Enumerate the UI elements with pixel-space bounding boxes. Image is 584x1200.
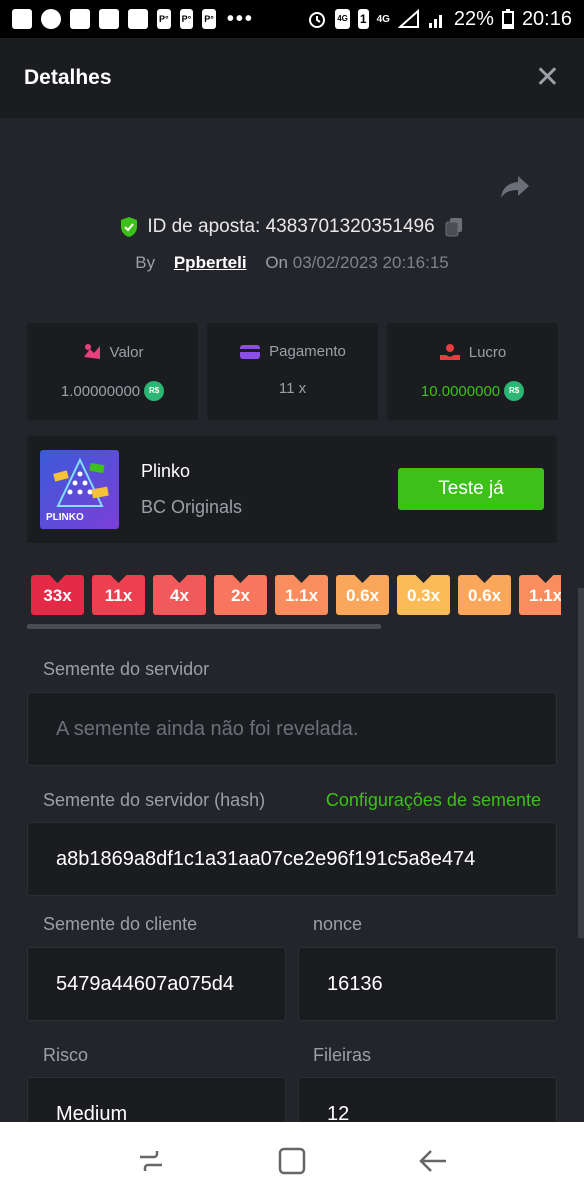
sim-icon: 1 — [357, 9, 369, 29]
currency-icon: R$ — [144, 381, 165, 401]
wallet-icon — [240, 344, 261, 359]
battery-percent: 22% — [453, 7, 494, 30]
back-button[interactable] — [413, 1141, 453, 1181]
stat-payout: Pagamento 11 x — [207, 323, 378, 420]
try-game-button[interactable]: Teste já — [398, 468, 544, 510]
multiplier-bucket: 2x — [214, 575, 267, 615]
back-arrow-icon — [419, 1150, 447, 1172]
modal-header: Detalhes ✕ — [0, 38, 584, 118]
multiplier-bucket: 11x — [92, 575, 145, 615]
server-hash-field[interactable]: a8b1869a8df1c1a31aa07ce2e96f191c5a8e474 — [27, 822, 557, 896]
app-notification-icon: P° — [157, 9, 171, 29]
bet-details: ID de aposta: 4383701320351496 By Ppbert… — [0, 118, 584, 1122]
multiplier-row: 33x 11x 4x 2x 1.1x 0.6x 0.3x 0.6x 1.1x — [31, 575, 561, 615]
clock: 20:16 — [521, 7, 572, 30]
client-seed-label: Semente do cliente — [43, 914, 198, 934]
stat-profit-amount: 10.0000000 — [420, 382, 501, 400]
stat-multiplier: 11 x — [278, 380, 307, 397]
notification-icon — [99, 9, 119, 29]
multiplier-bucket: 0.3x — [397, 575, 450, 615]
stat-label: Pagamento — [269, 343, 346, 360]
server-hash-label: Semente do servidor (hash) — [43, 790, 266, 810]
game-name[interactable]: Plinko — [141, 461, 190, 482]
nonce-field[interactable]: 16136 — [298, 947, 557, 1021]
notification-icon — [128, 9, 148, 29]
risk-field[interactable]: Medium — [27, 1077, 286, 1122]
signal-icon — [397, 9, 419, 28]
seed-settings-link[interactable]: Configurações de semente — [326, 790, 541, 811]
alarm-icon — [309, 12, 326, 28]
bet-byline: By Ppberteli On 03/02/2023 20:16:15 — [0, 253, 584, 273]
signal-icon — [428, 15, 442, 28]
network-type: 4G — [376, 13, 390, 25]
multiplier-bucket: 4x — [153, 575, 206, 615]
stat-label: Valor — [109, 343, 144, 361]
stat-profit: Lucro 10.0000000 R$ — [387, 323, 558, 420]
battery-icon — [501, 9, 514, 29]
currency-icon: R$ — [504, 381, 525, 401]
recent-apps-button[interactable] — [131, 1141, 171, 1181]
more-notifications-icon: ••• — [226, 7, 254, 30]
multiplier-bucket: 0.6x — [336, 575, 389, 615]
stat-amount: 1.00000000 — [60, 382, 141, 400]
rows-field[interactable]: 12 — [298, 1077, 557, 1122]
multiplier-bucket: 0.6x — [458, 575, 511, 615]
bet-id-row: ID de aposta: 4383701320351496 — [0, 216, 584, 238]
thumb-label: PLINKO — [46, 512, 84, 523]
message-icon — [12, 9, 32, 29]
multiplier-bucket: 33x — [31, 575, 84, 615]
amount-icon — [83, 344, 100, 359]
by-label: By — [135, 253, 156, 272]
game-card: PLINKO Plinko BC Originals Teste já — [27, 436, 557, 543]
close-icon[interactable]: ✕ — [535, 63, 560, 93]
vertical-scrollbar[interactable] — [578, 588, 584, 938]
notification-icon — [70, 9, 90, 29]
nonce-label: nonce — [313, 914, 363, 934]
home-icon — [278, 1147, 306, 1175]
stats-row: Valor 1.00000000 R$ Pagamento 11 x Lucro … — [27, 323, 558, 420]
verified-shield-icon — [121, 217, 138, 237]
facebook-icon — [41, 9, 61, 29]
multiplier-bucket: 1.1x — [519, 575, 561, 615]
profit-hand-icon — [439, 344, 460, 360]
server-seed-field[interactable]: A semente ainda não foi revelada. — [27, 692, 557, 766]
server-seed-label: Semente do servidor — [43, 659, 210, 679]
volte-icon: 4G — [335, 9, 350, 29]
stat-value: Valor 1.00000000 R$ — [27, 323, 198, 420]
system-nav-bar — [0, 1122, 584, 1200]
game-provider: BC Originals — [141, 497, 243, 517]
on-label: On — [265, 253, 289, 272]
bet-date: 03/02/2023 20:16:15 — [292, 253, 449, 272]
client-seed-field[interactable]: 5479a44607a075d4 — [27, 947, 286, 1021]
multiplier-bucket: 1.1x — [275, 575, 328, 615]
status-bar: P° P° P° ••• 4G 1 4G 22% 20:16 — [0, 0, 584, 38]
app-notification-icon: P° — [179, 9, 194, 29]
recent-apps-icon — [139, 1151, 162, 1171]
bet-id: ID de aposta: 4383701320351496 — [147, 216, 435, 237]
share-icon[interactable] — [500, 174, 530, 200]
horizontal-scrollbar[interactable] — [27, 624, 381, 629]
app-notification-icon: P° — [202, 9, 216, 29]
plinko-thumbnail[interactable]: PLINKO — [40, 450, 119, 529]
username-link[interactable]: Ppberteli — [174, 253, 247, 272]
page-title: Detalhes — [24, 66, 112, 89]
risk-label: Risco — [43, 1045, 89, 1065]
stat-label: Lucro — [468, 343, 507, 361]
home-button[interactable] — [272, 1141, 312, 1181]
copy-icon[interactable] — [443, 216, 465, 238]
rows-label: Fileiras — [313, 1045, 372, 1065]
